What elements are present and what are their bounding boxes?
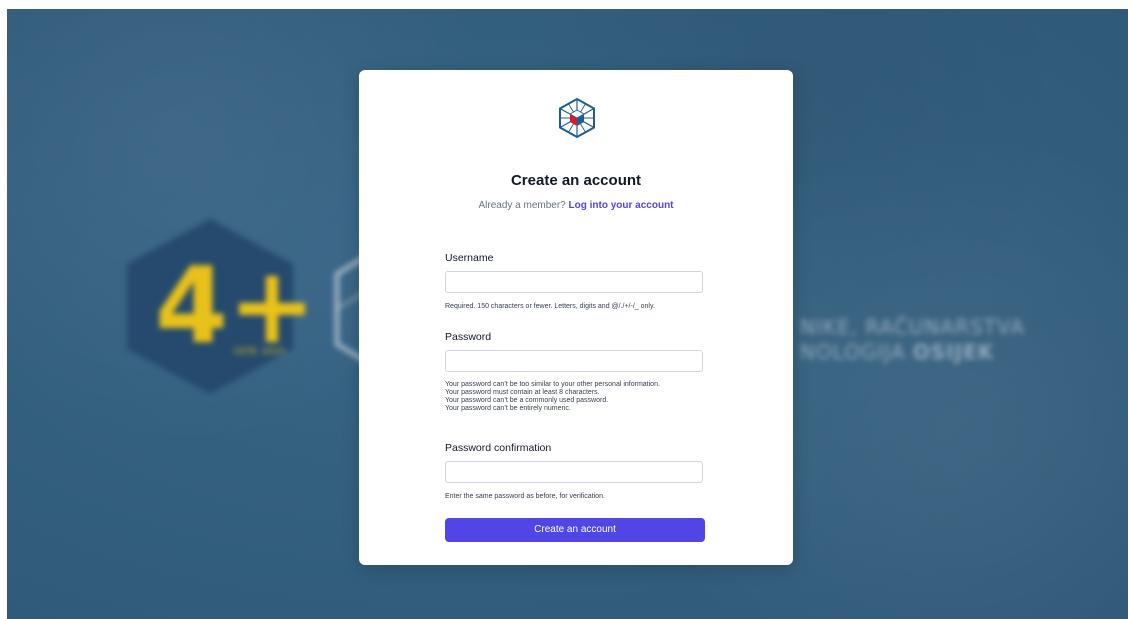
password-confirmation-input[interactable]: [445, 461, 703, 483]
anniversary-badge: 4+ 1978. 2023.: [127, 219, 305, 394]
badge-years: 1978. 2023.: [233, 347, 287, 357]
signup-card: Create an account Already a member? Log …: [359, 70, 793, 565]
password-confirmation-label: Password confirmation: [445, 442, 552, 454]
wordmark-prefix: NOLOGIJA: [800, 340, 906, 364]
wordmark-line-2: NOLOGIJA OSIJEK: [800, 340, 1025, 365]
password-confirmation-help-text: Enter the same password as before, for v…: [445, 493, 605, 500]
password-help-item: Your password can’t be entirely numeric.: [445, 405, 571, 412]
create-account-button[interactable]: Create an account: [445, 518, 705, 542]
wordmark-line-1: NIKE, RAČUNARSTVA: [800, 315, 1025, 339]
wordmark-bold: OSIJEK: [912, 340, 995, 364]
password-help-item: Your password must contain at least 8 ch…: [445, 389, 600, 396]
member-prompt-text: Already a member?: [478, 200, 566, 211]
password-help-item: Your password can’t be too similar to yo…: [445, 381, 660, 388]
password-help-item: Your password can’t be a commonly used p…: [445, 397, 609, 404]
username-input[interactable]: [445, 271, 703, 293]
username-label: Username: [445, 252, 494, 264]
password-label: Password: [445, 331, 492, 343]
username-help-text: Required. 150 characters or fewer. Lette…: [445, 303, 655, 310]
hex-cube-logo-icon: [559, 97, 595, 139]
member-prompt: Already a member? Log into your account: [359, 200, 793, 211]
faculty-wordmark: NIKE, RAČUNARSTVA NOLOGIJA OSIJEK: [800, 315, 1025, 365]
page-title: Create an account: [510, 172, 642, 189]
password-input[interactable]: [445, 350, 703, 372]
password-help-list: Your password can’t be too similar to yo…: [445, 381, 660, 413]
page-background: 4+ 1978. 2023. NIKE, RAČUNARSTVA NOLOGIJ…: [7, 9, 1128, 619]
login-link[interactable]: Log into your account: [569, 200, 674, 211]
